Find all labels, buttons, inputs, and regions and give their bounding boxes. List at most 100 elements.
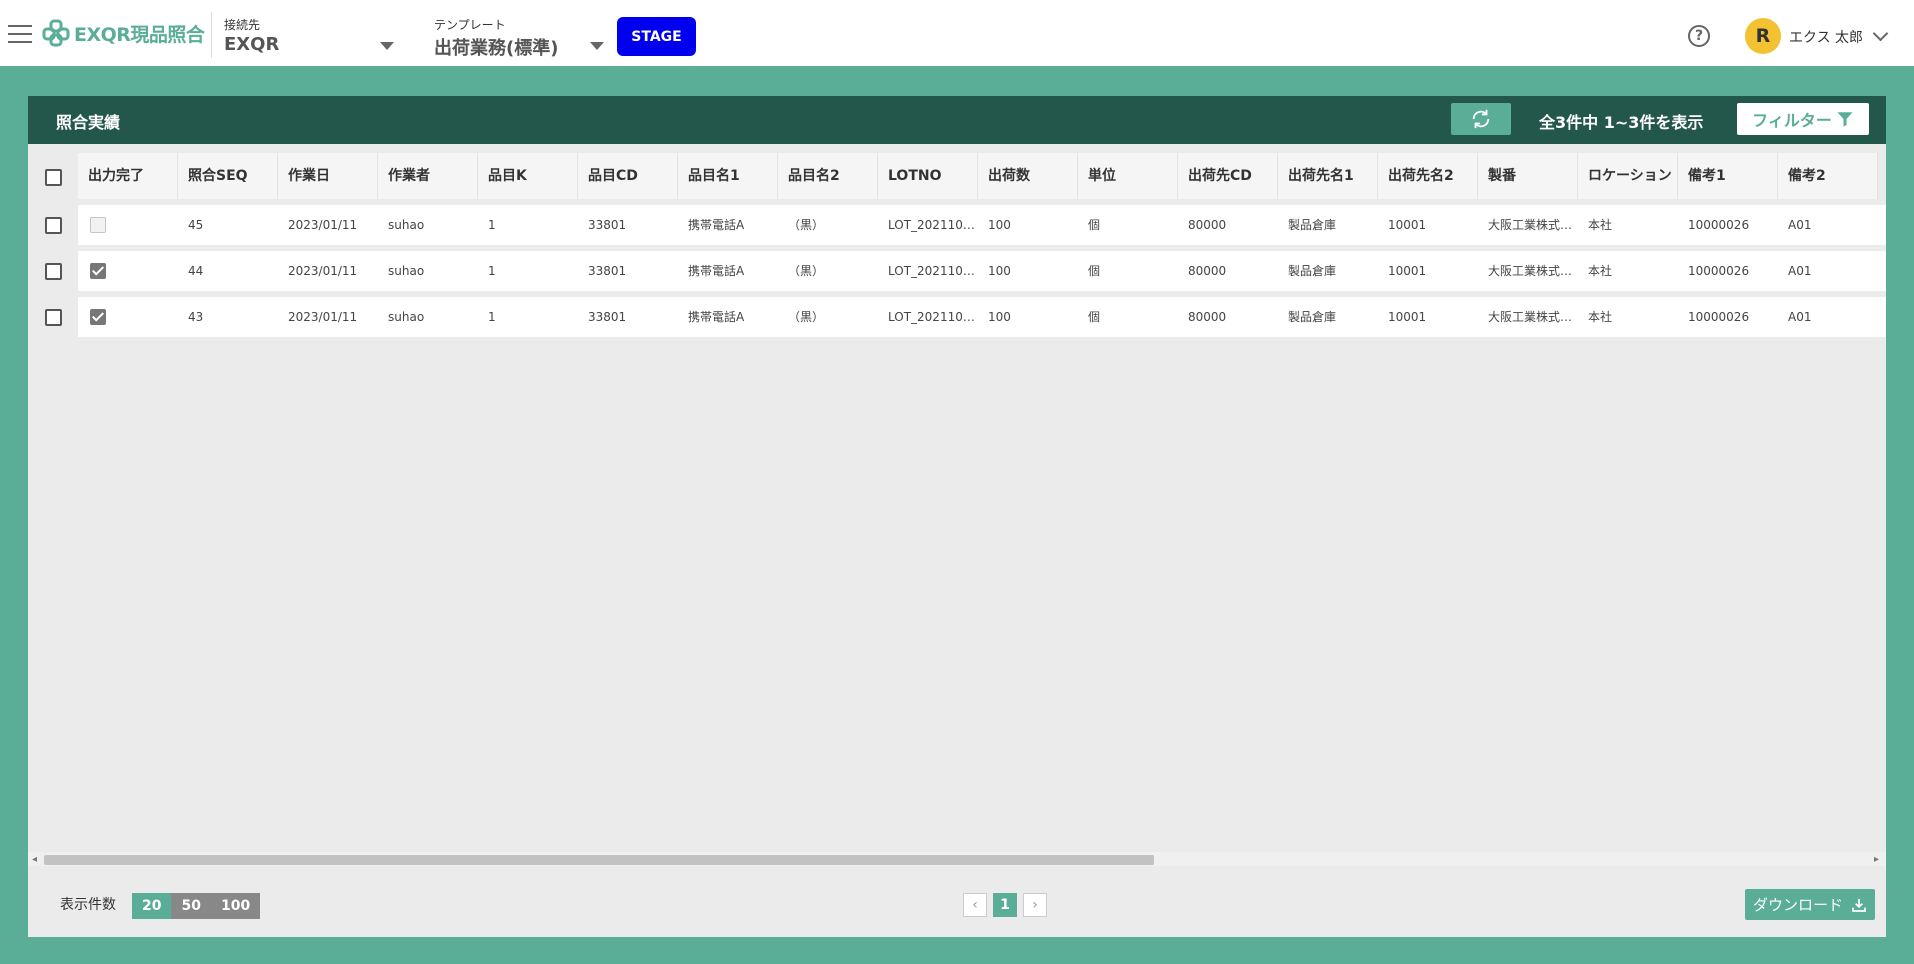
menu-icon[interactable] — [8, 25, 32, 43]
page-button[interactable]: 1 — [993, 893, 1017, 917]
column-header[interactable]: 照合SEQ — [178, 153, 278, 199]
avatar[interactable]: R — [1745, 18, 1781, 54]
panel-header: 照合実績 全3件中 1~3件を表示 フィルター — [28, 96, 1886, 144]
download-label: ダウンロード — [1752, 896, 1843, 914]
table-cell: 80000 — [1188, 218, 1227, 232]
table-cell: 44 — [188, 264, 204, 278]
pagination: ‹ 1 › — [963, 893, 1047, 917]
table-cell: 個 — [1088, 310, 1101, 324]
table-cell: 10001 — [1388, 218, 1427, 232]
connection-select[interactable]: EXQR — [224, 34, 279, 55]
column-header[interactable]: ロケーション — [1578, 153, 1678, 199]
column-header[interactable]: 品目K — [478, 153, 578, 199]
column-header[interactable]: 出荷先CD — [1178, 153, 1278, 199]
table-cell: A01 — [1788, 264, 1812, 278]
row-body: 43 2023/01/11 suhao 1 33801 携帯電話A （黒） LOT_20211… — [78, 297, 1886, 337]
table-cell: 携帯電話A — [688, 310, 745, 324]
results-table: 出力完了 照合SEQ 作業日 作業者 品目K 品目CD 品目名1 品目名2 LOTNO 出荷数 単位… — [28, 144, 1886, 844]
table-cell: 80000 — [1188, 310, 1227, 324]
row-select-checkbox[interactable] — [45, 217, 62, 234]
column-header[interactable]: LOTNO — [878, 153, 978, 199]
column-header[interactable]: 作業者 — [378, 153, 478, 199]
table-cell: LOT_20211001 — [888, 218, 978, 232]
divider — [211, 12, 212, 58]
scroll-left-icon[interactable]: ◂ — [32, 854, 37, 865]
table-cell: LOT_20211001 — [888, 310, 978, 324]
column-header[interactable]: 備考2 — [1778, 153, 1878, 199]
logo-icon — [42, 19, 70, 47]
page-size-option[interactable]: 50 — [171, 893, 211, 919]
output-done-checkbox[interactable] — [90, 309, 106, 325]
table-cell: 45 — [188, 218, 204, 232]
table-cell: 2023/01/11 — [288, 264, 358, 278]
table-row[interactable]: 44 2023/01/11 suhao 1 33801 携帯電話A （黒） LOT_20211… — [28, 251, 1886, 291]
column-header[interactable]: 製番 — [1478, 153, 1578, 199]
horizontal-scrollbar[interactable]: ◂ ▸ — [28, 852, 1886, 866]
user-name[interactable]: エクス 太郎 — [1789, 27, 1863, 47]
panel-title: 照合実績 — [56, 113, 121, 132]
table-cell: （黒） — [788, 218, 825, 232]
chevron-down-icon[interactable] — [590, 42, 604, 50]
table-cell: 2023/01/11 — [288, 310, 358, 324]
table-cell: 10000026 — [1688, 218, 1750, 232]
row-body: 45 2023/01/11 suhao 1 33801 携帯電話A （黒） LOT_20211… — [78, 205, 1886, 245]
logo-text: EXQR現品照合 — [74, 23, 205, 46]
table-cell: 個 — [1088, 264, 1101, 278]
table-cell: 大阪工業株式会社 — [1488, 264, 1578, 278]
column-header[interactable]: 品目名2 — [778, 153, 878, 199]
table-cell: 33801 — [588, 264, 627, 278]
row-select-checkbox[interactable] — [45, 263, 62, 280]
column-header[interactable]: 出荷先名2 — [1378, 153, 1478, 199]
column-header[interactable]: 出力完了 — [78, 153, 178, 199]
table-cell: suhao — [388, 310, 425, 324]
page-size-option[interactable]: 100 — [210, 893, 261, 919]
top-bar: EXQR現品照合 接続先 EXQR テンプレート 出荷業務(標準) STAGE … — [0, 0, 1914, 66]
column-header[interactable]: 備考1 — [1678, 153, 1778, 199]
filter-label: フィルター — [1752, 111, 1832, 130]
column-header[interactable]: 出荷数 — [978, 153, 1078, 199]
help-icon[interactable]: ? — [1688, 25, 1710, 47]
column-header[interactable]: 単位 — [1078, 153, 1178, 199]
table-row[interactable]: 43 2023/01/11 suhao 1 33801 携帯電話A （黒） LOT_20211… — [28, 297, 1886, 337]
column-header[interactable]: 品目名1 — [678, 153, 778, 199]
row-select-checkbox[interactable] — [45, 309, 62, 326]
page-size-option[interactable]: 20 — [132, 893, 172, 919]
download-icon — [1852, 898, 1866, 912]
table-row[interactable]: 45 2023/01/11 suhao 1 33801 携帯電話A （黒） LOT_20211… — [28, 205, 1886, 245]
table-cell: 2023/01/11 — [288, 218, 358, 232]
table-cell: 製品倉庫 — [1288, 310, 1337, 324]
select-all-checkbox[interactable] — [45, 169, 62, 186]
column-header[interactable]: 品目CD — [578, 153, 678, 199]
table-cell: 100 — [988, 310, 1011, 324]
table-cell: 本社 — [1588, 310, 1613, 324]
download-button[interactable]: ダウンロード — [1745, 889, 1875, 920]
chevron-down-icon[interactable] — [1872, 25, 1889, 42]
column-header[interactable]: 出荷先名1 — [1278, 153, 1378, 199]
chevron-down-icon[interactable] — [380, 42, 394, 50]
next-page-button[interactable]: › — [1023, 893, 1047, 917]
table-cell: 大阪工業株式会社 — [1488, 310, 1578, 324]
page-size-label: 表示件数 — [60, 897, 116, 913]
table-cell: 100 — [988, 264, 1011, 278]
refresh-button[interactable] — [1451, 103, 1511, 135]
scroll-right-icon[interactable]: ▸ — [1874, 854, 1879, 865]
scrollbar-thumb[interactable] — [44, 855, 1154, 865]
column-header[interactable]: 作業日 — [278, 153, 378, 199]
template-select[interactable]: 出荷業務(標準) — [434, 34, 558, 60]
table-cell: 1 — [488, 310, 496, 324]
table-cell: 10000026 — [1688, 264, 1750, 278]
filter-button[interactable]: フィルター — [1737, 103, 1869, 135]
app-logo: EXQR現品照合 — [42, 19, 205, 47]
template-label: テンプレート — [434, 18, 506, 32]
prev-page-button[interactable]: ‹ — [963, 893, 987, 917]
table-header: 出力完了 照合SEQ 作業日 作業者 品目K 品目CD 品目名1 品目名2 LOTNO 出荷数 単位… — [28, 153, 1886, 199]
table-cell: （黒） — [788, 264, 825, 278]
table-cell: 10000026 — [1688, 310, 1750, 324]
table-cell: 10001 — [1388, 310, 1427, 324]
table-cell: （黒） — [788, 310, 825, 324]
output-done-checkbox[interactable] — [90, 217, 106, 233]
stage-button[interactable]: STAGE — [617, 17, 696, 56]
table-cell: 33801 — [588, 218, 627, 232]
output-done-checkbox[interactable] — [90, 263, 106, 279]
table-cell: 本社 — [1588, 218, 1613, 232]
